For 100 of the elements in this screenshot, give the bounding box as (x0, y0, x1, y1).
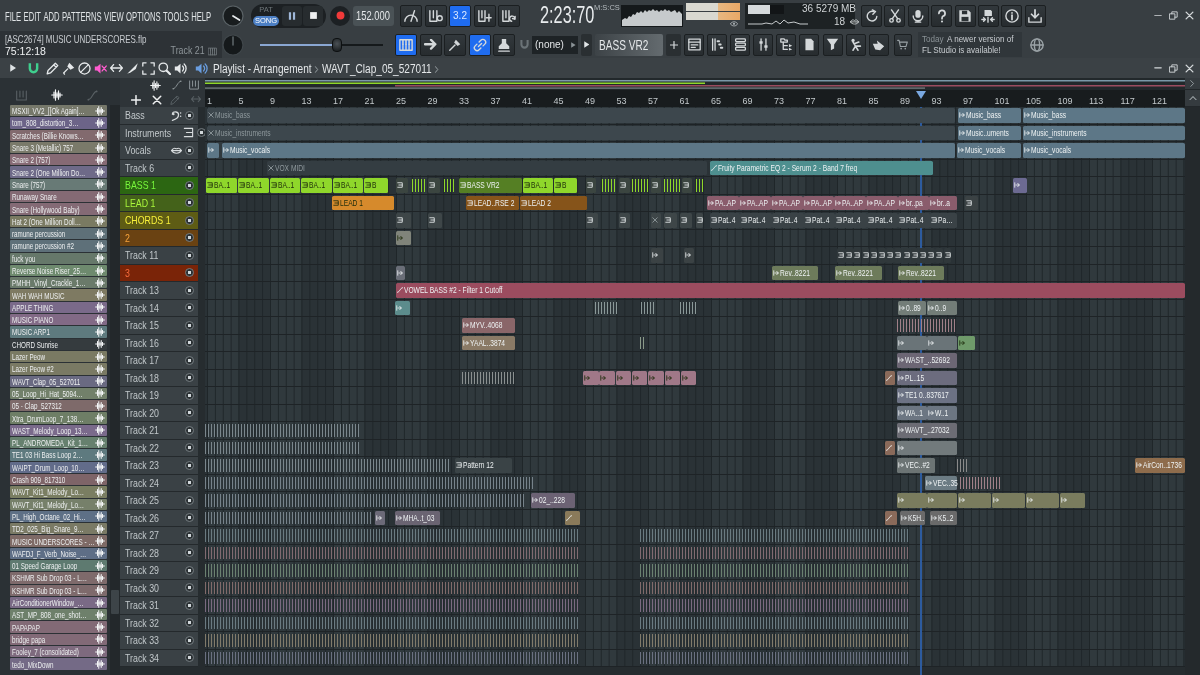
pattern-clip[interactable] (837, 248, 845, 263)
menu-item[interactable]: TOOLS (162, 8, 189, 25)
toolbar-button[interactable] (707, 33, 728, 56)
browser-item[interactable]: CHORD Sunrise (10, 338, 107, 350)
stop-button[interactable] (303, 5, 323, 26)
browser-item[interactable]: Reverse Noise Riser_25… (10, 264, 107, 277)
audio-clip[interactable]: Music_vocals (222, 143, 955, 158)
pattern-clip[interactable] (396, 213, 411, 228)
sliced-audio-clip[interactable] (595, 301, 617, 314)
sliced-audio-clip[interactable] (205, 616, 580, 629)
audio-clip[interactable]: br..a (929, 195, 957, 210)
pattern-clip[interactable] (586, 213, 598, 228)
sliced-audio-clip[interactable] (640, 564, 910, 577)
restore-button[interactable] (1167, 9, 1180, 22)
sliced-audio-clip[interactable] (680, 301, 696, 314)
browser-item[interactable]: tom_808_distortion_3… (10, 117, 107, 129)
sliced-audio-clip[interactable] (205, 459, 450, 472)
browser-item[interactable]: MUSIC UNDERSCORES - … (10, 535, 107, 547)
pattern-clip[interactable]: Pat..4 (772, 213, 804, 228)
pattern-clip[interactable]: Pat..4 (835, 213, 867, 228)
menu-item[interactable]: PATTERNS (61, 8, 102, 25)
audio-clip[interactable]: WA..1 (897, 405, 927, 420)
browser-item[interactable]: Xtra_DrumLoop_7_138… (10, 412, 107, 424)
browser-item[interactable]: MUSIC ARP1 (10, 326, 107, 338)
pattern-clip[interactable] (664, 213, 677, 228)
audio-clip[interactable] (897, 335, 927, 350)
sliced-audio-clip[interactable] (205, 476, 535, 489)
browser-item[interactable]: MSXII_VV2_[[Ok Again]… (10, 105, 107, 117)
sliced-audio-clip[interactable] (640, 546, 910, 559)
sliced-audio-clip[interactable] (640, 529, 910, 542)
audio-clip[interactable] (615, 370, 632, 385)
pattern-clip[interactable] (651, 178, 661, 193)
pattern-clip[interactable]: Pa… (930, 213, 957, 228)
toolbar-button[interactable] (493, 33, 515, 56)
pattern-clip[interactable] (428, 178, 440, 193)
audio-clip[interactable]: AirCon..1736 (1135, 458, 1185, 473)
pattern-clip[interactable] (886, 248, 894, 263)
toolbar-button[interactable] (861, 4, 882, 27)
audio-clip[interactable] (651, 248, 663, 263)
curve-icon[interactable] (172, 80, 182, 90)
toolbar-button[interactable] (468, 33, 491, 56)
sliced-audio-clip[interactable] (640, 336, 645, 349)
sliced-audio-clip[interactable] (602, 179, 617, 192)
sliced-audio-clip[interactable] (696, 179, 704, 192)
browser-item[interactable]: WAIPT_Drum_Loop_10… (10, 461, 107, 473)
audio-clip[interactable] (375, 510, 385, 525)
audio-clip[interactable] (1026, 493, 1059, 508)
audio-clip[interactable]: WAST_..52692 (897, 353, 957, 368)
waveform-icon[interactable] (51, 89, 63, 101)
browser-item[interactable]: Hat 2 (One Million Doll… (10, 215, 107, 227)
pattern-clip[interactable] (396, 178, 408, 193)
browser-item[interactable]: WAVT_Clap_05_527011 (10, 375, 107, 387)
sliced-audio-clip[interactable] (640, 634, 910, 647)
sliced-audio-clip[interactable] (205, 511, 373, 524)
toolbar-button[interactable] (1001, 4, 1023, 27)
audio-clip[interactable] (680, 370, 697, 385)
audio-clip[interactable]: K5..2 (930, 510, 957, 525)
toolbar-button[interactable] (684, 33, 704, 56)
magnet-icon[interactable] (27, 61, 41, 75)
audio-clip[interactable]: Music_bass (958, 108, 1021, 123)
toolbar-button[interactable] (753, 33, 774, 56)
audio-clip[interactable]: PA..AP (707, 195, 739, 210)
audio-clip[interactable] (396, 230, 411, 245)
sliced-audio-clip[interactable] (205, 424, 360, 437)
pattern-clip[interactable] (619, 178, 630, 193)
select-icon[interactable] (142, 61, 156, 75)
audio-clip[interactable]: 0..89 (898, 300, 926, 315)
audio-clip[interactable]: br..pa (898, 195, 929, 210)
audio-clip[interactable]: PA..AP (803, 195, 834, 210)
automation-clip[interactable]: VOWEL BASS #2 - Filter 1 Cutoff (396, 283, 1185, 298)
toolbar-button[interactable] (907, 4, 929, 27)
waveform-icon[interactable] (150, 79, 161, 91)
browser-item[interactable]: WAVT_Kit1_Melody_Lo… (10, 498, 107, 510)
toolbar-button[interactable] (424, 4, 447, 27)
browser-item[interactable]: Crash 909_817310 (10, 473, 107, 486)
audio-clip[interactable]: TE1 0..837617 (897, 388, 957, 403)
pattern-clip[interactable]: LEAD 1 (332, 195, 394, 210)
pattern-clip[interactable] (619, 213, 630, 228)
audio-clip[interactable]: PA..AP (834, 195, 866, 210)
browser-item[interactable]: 05_Loop_Hi_Hat_5094… (10, 387, 107, 400)
browser-item[interactable]: TE1 03 Hi Bass Loop 2… (10, 449, 107, 461)
browser-item[interactable]: Scratches (Billie Knows… (10, 129, 107, 141)
menu-item[interactable]: HELP (191, 8, 212, 25)
browser-item[interactable]: AST_MP_808_one_shot… (10, 609, 107, 621)
toolbar-button[interactable] (498, 4, 520, 27)
pattern-clip[interactable]: Pattern 12 (455, 458, 512, 473)
browser-item[interactable]: fuck you (10, 252, 107, 264)
toolbar-button[interactable] (799, 33, 820, 56)
tempo-display[interactable]: 152.000 (353, 5, 394, 26)
audio-clip[interactable]: MYV..4068 (462, 318, 515, 333)
pattern-clip[interactable]: Pat..4 (710, 213, 740, 228)
browser-item[interactable]: Lazer Peow #2 (10, 363, 107, 375)
breadcrumb-link[interactable]: WAVT_Clap_05_527011 (322, 62, 432, 76)
sliced-audio-clip[interactable] (205, 564, 580, 577)
zoom-icon[interactable] (158, 61, 172, 75)
automation-clip[interactable] (885, 370, 895, 385)
scroll-right-button[interactable] (1185, 78, 1200, 90)
audio-clip[interactable]: Music_instruments (207, 125, 955, 140)
audio-clip[interactable]: Music_vocals (957, 143, 1021, 158)
audio-clip[interactable] (395, 300, 410, 315)
